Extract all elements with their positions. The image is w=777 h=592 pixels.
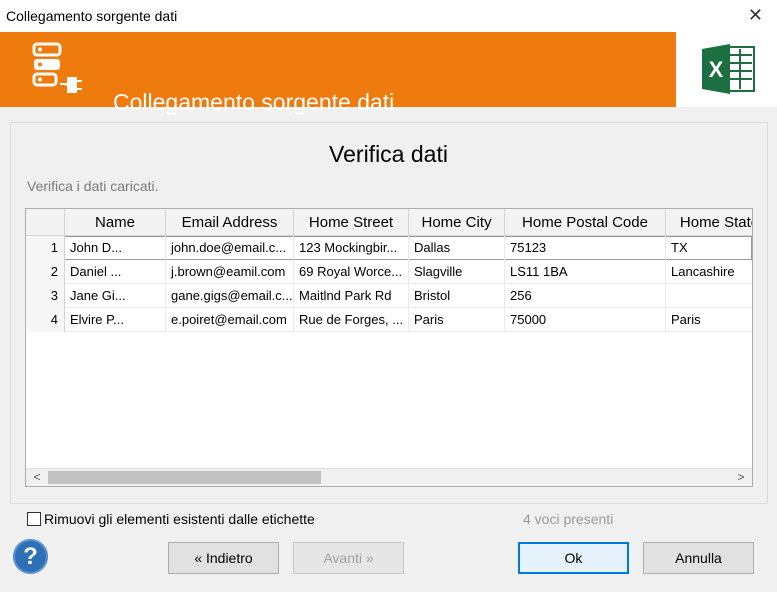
table-cell[interactable]: Bristol <box>409 284 505 308</box>
table-cell[interactable]: 123 Mockingbir... <box>294 236 409 260</box>
item-count: 4 voci presenti <box>523 511 614 527</box>
row-number: 3 <box>26 284 65 308</box>
scrollbar-thumb[interactable] <box>48 471 321 484</box>
table-cell[interactable]: Lancashire <box>666 260 752 284</box>
remove-existing-label[interactable]: Rimuovi gli elementi esistenti dalle eti… <box>44 511 315 527</box>
banner: Collegamento sorgente dati <box>0 32 676 115</box>
grid-corner-header <box>26 209 65 236</box>
scroll-right-icon[interactable]: > <box>732 469 750 486</box>
svg-text:X: X <box>709 57 724 82</box>
close-icon[interactable]: ✕ <box>748 5 763 26</box>
data-grid[interactable]: Name Email Address Home Street Home City Hom… <box>25 208 753 487</box>
table-cell[interactable]: gane.gigs@email.c... <box>166 284 294 308</box>
data-source-plug-icon <box>32 42 82 93</box>
table-cell[interactable]: Daniel ... <box>65 260 166 284</box>
data-grid-body: Name Email Address Home Street Home City Hom… <box>26 209 752 469</box>
row-number: 4 <box>26 308 65 332</box>
table-cell[interactable]: Maitlnd Park Rd <box>294 284 409 308</box>
column-header[interactable]: Email Address <box>166 209 294 236</box>
page-heading: Verifica dati <box>329 141 448 167</box>
title-bar: Collegamento sorgente dati ✕ <box>0 0 777 32</box>
row-number: 2 <box>26 260 65 284</box>
column-header[interactable]: Home City <box>409 209 505 236</box>
table-cell[interactable]: 256 <box>505 284 666 308</box>
back-button[interactable]: « Indietro <box>168 542 279 574</box>
column-header[interactable]: Home State <box>666 209 752 236</box>
horizontal-scrollbar[interactable]: < > <box>26 468 752 486</box>
cancel-button[interactable]: Annulla <box>643 542 754 574</box>
excel-icon: X <box>702 44 755 94</box>
table-cell[interactable]: 75000 <box>505 308 666 332</box>
table-cell[interactable]: john.doe@email.c... <box>166 236 294 260</box>
table-cell[interactable]: Paris <box>666 308 752 332</box>
table-cell[interactable]: Jane Gi... <box>65 284 166 308</box>
page-subheading: Verifica i dati caricati. <box>27 178 159 194</box>
window-title: Collegamento sorgente dati <box>6 8 178 24</box>
banner-title: Collegamento sorgente dati <box>113 89 395 115</box>
table-cell[interactable]: 75123 <box>505 236 666 260</box>
table-cell[interactable]: LS11 1BA <box>505 260 666 284</box>
next-button[interactable]: Avanti » <box>293 542 404 574</box>
table-cell[interactable]: j.brown@eamil.com <box>166 260 294 284</box>
row-number: 1 <box>26 236 65 260</box>
table-cell[interactable]: TX <box>666 236 752 260</box>
table-cell[interactable]: Slagville <box>409 260 505 284</box>
help-icon[interactable]: ? <box>13 539 48 574</box>
column-header[interactable]: Name <box>65 209 166 236</box>
scroll-left-icon[interactable]: < <box>28 469 46 486</box>
table-cell[interactable]: Rue de Forges, ... <box>294 308 409 332</box>
table-cell[interactable]: John D... <box>65 236 166 260</box>
table-cell[interactable] <box>666 284 752 308</box>
remove-existing-checkbox[interactable] <box>27 512 41 526</box>
ok-button[interactable]: Ok <box>518 542 629 574</box>
column-header[interactable]: Home Postal Code <box>505 209 666 236</box>
table-cell[interactable]: Paris <box>409 308 505 332</box>
table-cell[interactable]: Dallas <box>409 236 505 260</box>
column-header[interactable]: Home Street <box>294 209 409 236</box>
table-cell[interactable]: Elvire P... <box>65 308 166 332</box>
table-cell[interactable]: 69 Royal Worce... <box>294 260 409 284</box>
table-cell[interactable]: e.poiret@email.com <box>166 308 294 332</box>
